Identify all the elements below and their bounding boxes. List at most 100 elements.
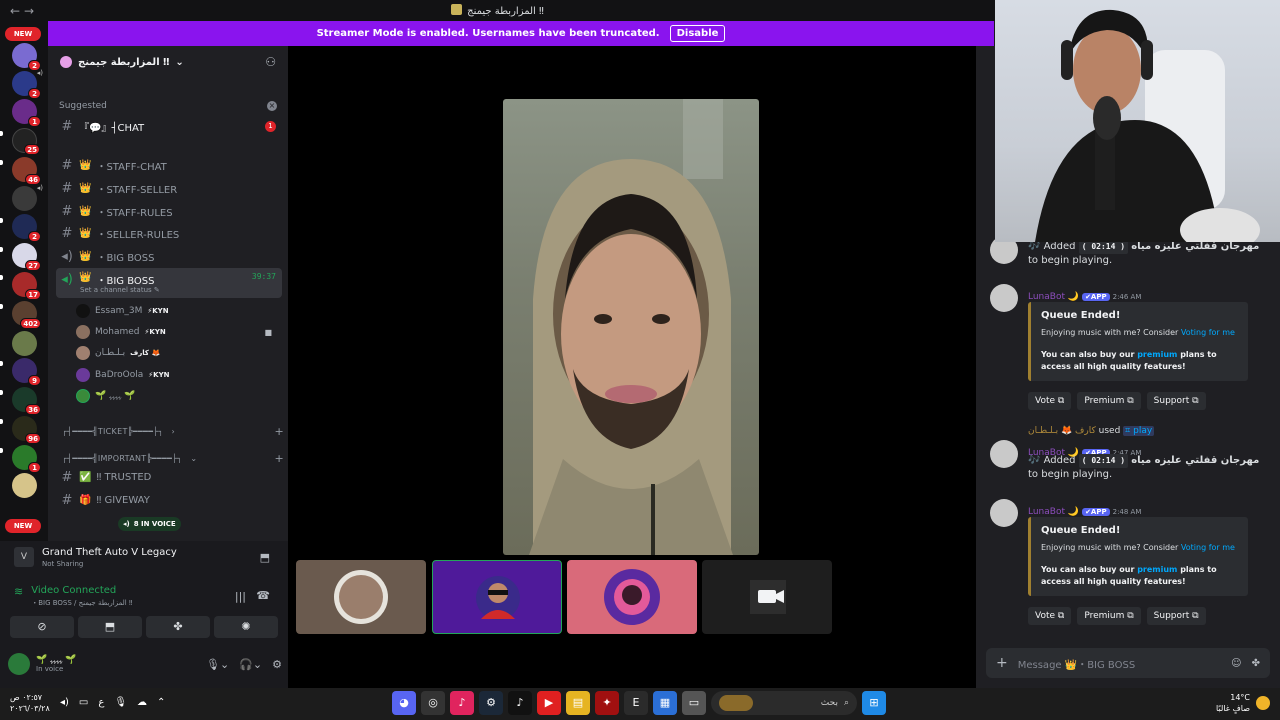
youtube-app-icon[interactable]: ▶ [537,691,561,715]
gear-icon[interactable]: ⚙ [272,658,282,671]
vote-link[interactable]: Voting for me [1181,328,1235,337]
avatar[interactable] [990,499,1018,527]
main-video-feed[interactable] [503,99,759,555]
disconnect-icon[interactable]: ☎ [256,589,270,602]
premium-button[interactable]: Premium ⧉ [1077,392,1141,410]
tiktok-studio-app-icon[interactable]: ♪ [450,691,474,715]
category-ticket[interactable]: ┌┤━━━━╣TICKET╠━━━━├┐ › + [62,423,284,439]
vote-button[interactable]: Vote ⧉ [1028,607,1072,625]
voice-user[interactable]: 🌱 ﮩﮩﮩﮩ 🌱 [76,387,276,405]
soundboard-button[interactable]: ✺ [214,616,278,638]
plus-icon[interactable]: + [274,425,284,438]
plus-icon[interactable]: + [996,655,1008,671]
server-icon[interactable]: 2 [12,214,41,242]
plus-icon[interactable]: + [274,452,284,465]
premium-link[interactable]: premium [1137,565,1177,574]
participant-tile[interactable] [567,560,697,634]
voice-user[interactable]: Mohamed ⚡KYN ■ [76,323,276,341]
obs-app-icon[interactable]: ◎ [421,691,445,715]
new-pill[interactable]: NEW [5,519,41,533]
voice-user[interactable]: بـلـطـان كارف 🦊 [76,344,276,362]
language-indicator[interactable]: ع [98,697,104,708]
message-input[interactable]: Message 👑・BIG BOSS [1018,656,1135,671]
headphones-icon[interactable]: 🎧⌄ [239,658,262,671]
command-user[interactable]: كارف 🦊 بـلـطـان [1028,426,1096,436]
voice-status[interactable]: Video Connected [31,585,132,596]
window-icon[interactable]: ▭ [682,691,706,715]
microphone-icon[interactable]: 🎙⌄ [206,658,229,671]
server-icon[interactable] [12,473,37,498]
in-voice-pill[interactable]: ◂) 8 IN VOICE [118,517,181,531]
channel-giveway[interactable]: # 🎁 ‼ GIVEWAY [56,490,282,510]
close-icon[interactable]: × [267,101,277,111]
server-icon[interactable] [12,331,37,356]
voice-channel-big-boss[interactable]: ◂) 👑 ・BIG BOSS [56,246,282,266]
vote-button[interactable]: Vote ⧉ [1028,392,1072,410]
message-composer[interactable]: + Message 👑・BIG BOSS ☺ ✤ [986,648,1270,678]
server-icon[interactable]: 1 [12,445,41,473]
voice-user[interactable]: Essam_3M ⚡KYN [76,302,276,320]
server-header[interactable]: المزاربطة جيمنج ‼ ⌄ ⚇ [48,46,288,78]
vote-link[interactable]: Voting for me [1181,543,1235,552]
noise-suppression-icon[interactable]: ||| [235,590,246,603]
start-button[interactable]: ⊞ [862,691,886,715]
server-icon[interactable]: 17 [12,272,41,300]
share-screen-button[interactable]: ⬒ [78,616,142,638]
server-icon[interactable]: ◂) 2 [12,69,43,99]
disable-button[interactable]: Disable [669,25,726,42]
channel-status[interactable]: Set a channel status ✎ [80,286,160,294]
server-icon[interactable]: ◂) [12,184,43,211]
activity-card[interactable]: V Grand Theft Auto V Legacy Not Sharing [14,547,177,568]
support-button[interactable]: Support ⧉ [1146,607,1206,625]
voice-user[interactable]: BaDroOola ⚡KYN [76,366,276,384]
app-icon[interactable]: ✦ [595,691,619,715]
channel-seller-rules[interactable]: # 👑 ・SELLER-RULES [56,223,282,243]
invite-people-icon[interactable]: ⚇ [265,55,276,69]
taskbar-search[interactable]: بحث ⌕ [711,691,857,715]
activities-button[interactable]: ✤ [146,616,210,638]
store-icon[interactable]: ▦ [653,691,677,715]
avatar[interactable] [990,440,1018,468]
new-pill[interactable]: NEW [5,27,41,41]
channel-staff-rules[interactable]: # 👑 ・STAFF-RULES [56,201,282,221]
weather-widget[interactable]: 14°C صافٍ غالبًا [1216,692,1270,714]
file-explorer-icon[interactable]: ▤ [566,691,590,715]
avatar[interactable] [8,653,30,675]
premium-button[interactable]: Premium ⧉ [1077,607,1141,625]
voice-location[interactable]: ・BIG BOSS / المزاربطة جيمنج ‼ [31,598,132,608]
category-important[interactable]: ┌┤━━━━╣IMPORTANT╠━━━━├┐ ⌄ + [62,450,284,466]
server-icon[interactable]: 96 [12,416,41,444]
participant-tile[interactable] [296,560,426,634]
server-icon[interactable]: 2 [12,43,41,71]
command-name[interactable]: ⌗ play [1123,426,1155,436]
support-button[interactable]: Support ⧉ [1146,392,1206,410]
participant-tile[interactable] [432,560,562,634]
server-icon[interactable]: 46 [12,157,41,185]
premium-link[interactable]: premium [1137,350,1177,359]
apps-icon[interactable]: ✤ [1252,658,1260,669]
bot-name[interactable]: LunaBot 🌙 [1028,292,1079,302]
avatar[interactable] [990,284,1018,312]
clock[interactable]: ٠٢:٥٧ ص ٢٠٢٦/٠٣/٢٨ [10,692,50,714]
tiktok-app-icon[interactable]: ♪ [508,691,532,715]
channel-staff-chat[interactable]: # 👑 ・STAFF-CHAT [56,155,282,175]
microphone-icon[interactable]: 🎙 [114,697,127,708]
channel-trusted[interactable]: # ✅ ‼ TRUSTED [56,467,282,487]
server-icon[interactable]: 1 [12,99,41,127]
network-icon[interactable]: ▭ [79,697,88,708]
epic-games-icon[interactable]: E [624,691,648,715]
emoji-icon[interactable]: ☺ [1231,658,1241,669]
bot-name[interactable]: LunaBot 🌙 [1028,507,1079,517]
chevron-up-icon[interactable]: ⌃ [157,697,165,708]
steam-app-icon[interactable]: ⚙ [479,691,503,715]
screen-share-icon[interactable]: ⬒ [260,551,270,564]
server-icon[interactable]: 25 [12,128,40,155]
channel-staff-seller[interactable]: # 👑 ・STAFF-SELLER [56,178,282,198]
volume-icon[interactable]: ◂) [60,697,69,708]
server-icon[interactable]: 27 [12,243,41,271]
channel-chat[interactable]: # 『💬』┤CHAT 1 [56,116,282,136]
server-icon[interactable]: 402 [12,301,41,329]
server-icon[interactable]: 9 [12,358,41,386]
participant-tile[interactable] [702,560,832,634]
camera-off-button[interactable]: ⊘ [10,616,74,638]
